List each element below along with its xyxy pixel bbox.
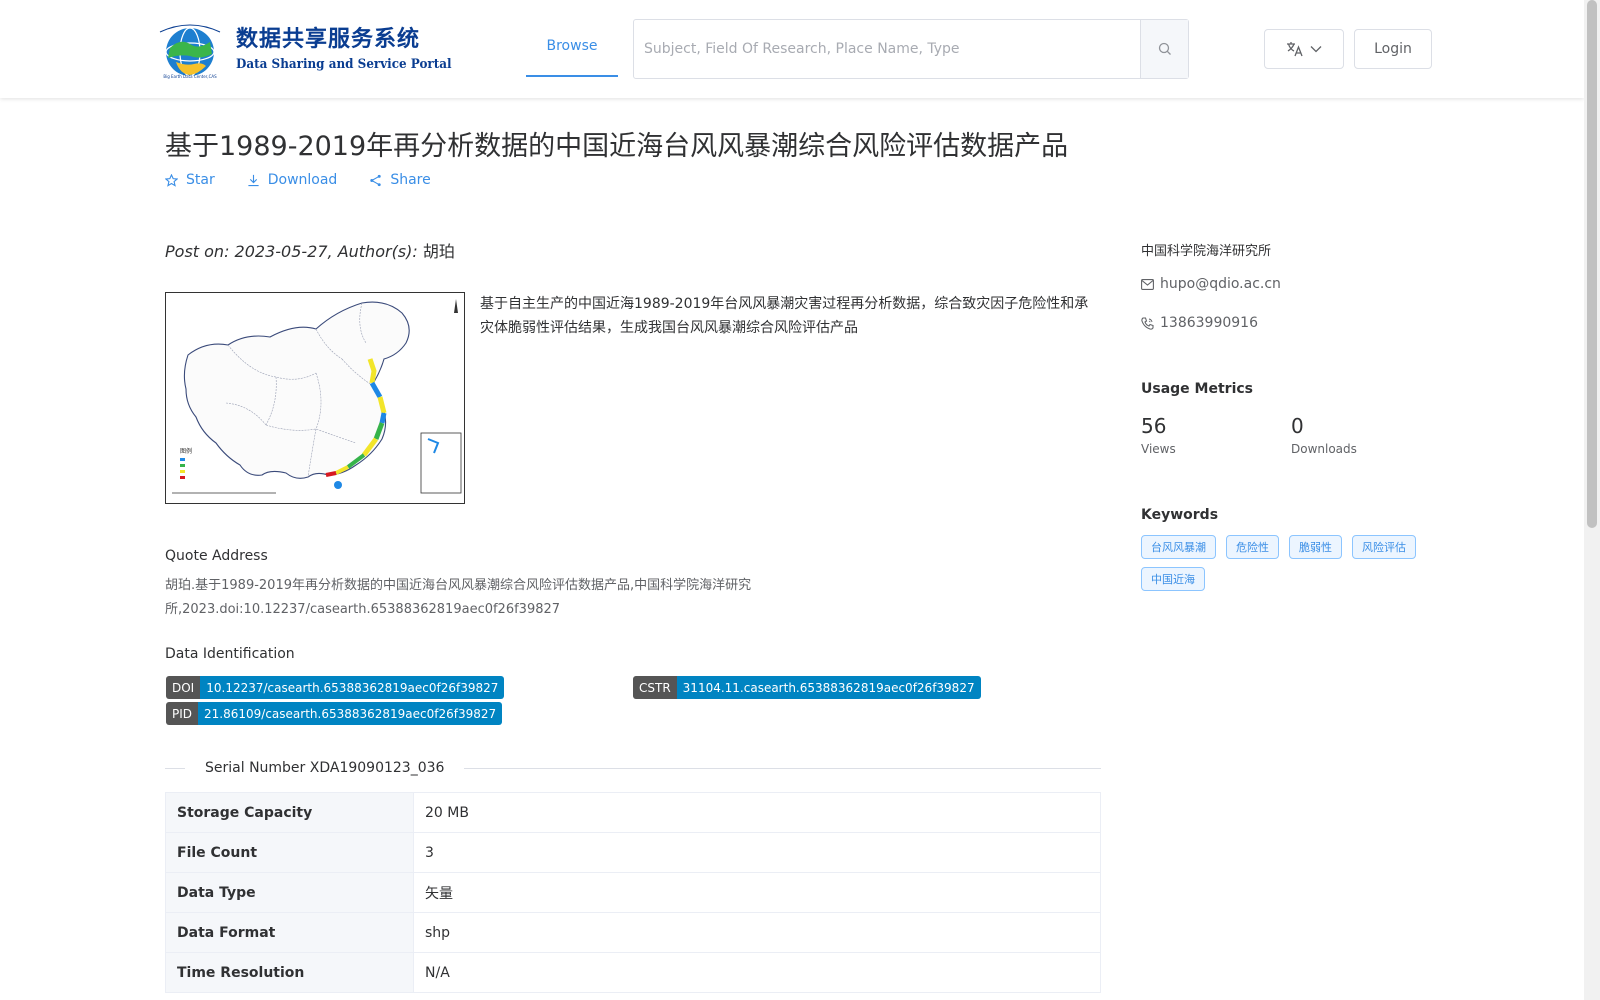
- doi-badge-value: 10.12237/casearth.65388362819aec0f26f398…: [200, 676, 505, 699]
- language-dropdown[interactable]: [1264, 29, 1344, 69]
- table-key: File Count: [165, 832, 414, 873]
- table-value: 3: [413, 832, 1101, 873]
- table-key: Time Resolution: [165, 952, 414, 993]
- star-label: Star: [186, 172, 215, 188]
- keyword-tag[interactable]: 风险评估: [1352, 535, 1416, 559]
- search-input[interactable]: [634, 20, 1140, 78]
- dataset-info-table: Storage Capacity 20 MB File Count 3 Data…: [165, 792, 1101, 993]
- table-value: shp: [413, 912, 1101, 953]
- phone-text: 13863990916: [1160, 315, 1258, 331]
- translate-icon: [1287, 42, 1303, 57]
- contact-phone[interactable]: 13863990916: [1141, 315, 1258, 331]
- keyword-tag[interactable]: 中国近海: [1141, 567, 1205, 591]
- cstr-badge-value: 31104.11.casearth.65388362819aec0f26f398…: [676, 676, 981, 699]
- share-button[interactable]: Share: [369, 172, 431, 188]
- dataset-description: 基于自主生产的中国近海1989-2019年台风风暴潮灾害过程再分析数据，综合致灾…: [480, 296, 1089, 336]
- nav-browse[interactable]: Browse: [526, 20, 618, 77]
- doi-badge[interactable]: DOI 10.12237/casearth.65388362819aec0f26…: [166, 676, 505, 699]
- cstr-badge[interactable]: CSTR 31104.11.casearth.65388362819aec0f2…: [633, 676, 981, 699]
- author-name[interactable]: 胡珀: [423, 242, 455, 261]
- post-date: Post on: 2023-05-27, Author(s):: [165, 242, 418, 261]
- login-button[interactable]: Login: [1354, 29, 1432, 69]
- page-scrollbar[interactable]: [1584, 0, 1600, 1000]
- search-icon: [1158, 42, 1171, 55]
- table-key: Data Type: [165, 872, 414, 913]
- download-button[interactable]: Download: [247, 172, 338, 188]
- svg-text:Big Earth Data Center,CAS: Big Earth Data Center,CAS: [163, 74, 217, 79]
- download-label: Download: [267, 172, 338, 188]
- logo-english-title: Data Sharing and Service Portal: [236, 57, 452, 72]
- keyword-tag[interactable]: 危险性: [1226, 535, 1279, 559]
- table-row: File Count 3: [165, 832, 1101, 873]
- download-icon: [248, 174, 259, 186]
- serial-number: Serial Number XDA19090123_036: [205, 760, 445, 776]
- downloads-count: 0: [1291, 414, 1304, 438]
- table-key: Storage Capacity: [165, 792, 414, 833]
- organization-name: 中国科学院海洋研究所: [1141, 244, 1272, 259]
- svg-text:图例: 图例: [180, 447, 192, 455]
- star-icon: [165, 173, 178, 187]
- views-label: Views: [1141, 442, 1176, 456]
- views-count: 56: [1141, 414, 1167, 438]
- post-info: Post on: 2023-05-27, Author(s): 胡珀: [165, 238, 455, 262]
- quote-address-label: Quote Address: [165, 548, 268, 564]
- downloads-metric: 0 Downloads: [1291, 414, 1357, 456]
- globe-logo-icon: Big Earth Data Center,CAS: [154, 20, 232, 80]
- table-value: 矢量: [413, 872, 1101, 913]
- phone-icon: [1141, 316, 1154, 330]
- doi-badge-key: DOI: [166, 676, 201, 699]
- dataset-thumbnail-map[interactable]: 图例: [165, 292, 465, 504]
- downloads-label: Downloads: [1291, 442, 1357, 456]
- email-icon: [1141, 278, 1154, 290]
- table-row: Storage Capacity 20 MB: [165, 792, 1101, 833]
- table-row: Data Type 矢量: [165, 872, 1101, 913]
- dataset-actions: Star Download Share: [165, 172, 431, 188]
- star-button[interactable]: Star: [165, 172, 215, 188]
- table-value: N/A: [413, 952, 1101, 993]
- page-title: 基于1989-2019年再分析数据的中国近海台风风暴潮综合风险评估数据产品: [165, 131, 1069, 162]
- keywords-title: Keywords: [1141, 507, 1219, 523]
- pid-badge-key: PID: [166, 702, 199, 725]
- keyword-tag[interactable]: 台风风暴潮: [1141, 535, 1216, 559]
- table-key: Data Format: [165, 912, 414, 953]
- share-label: Share: [390, 172, 431, 188]
- chevron-down-icon: [1310, 46, 1322, 53]
- cstr-badge-key: CSTR: [633, 676, 677, 699]
- quote-address-text: 胡珀.基于1989-2019年再分析数据的中国近海台风风暴潮综合风险评估数据产品…: [165, 578, 752, 617]
- serial-number-divider: Serial Number XDA19090123_036: [165, 758, 1101, 778]
- keyword-tag[interactable]: 脆弱性: [1289, 535, 1342, 559]
- keyword-list: 台风风暴潮 危险性 脆弱性 风险评估 中国近海: [1141, 535, 1441, 591]
- portal-logo[interactable]: Big Earth Data Center,CAS 数据共享服务系统 Data …: [154, 20, 452, 80]
- pid-badge[interactable]: PID 21.86109/casearth.65388362819aec0f26…: [166, 702, 503, 725]
- table-row: Time Resolution N/A: [165, 952, 1101, 993]
- logo-chinese-title: 数据共享服务系统: [236, 26, 421, 52]
- contact-email[interactable]: hupo@qdio.ac.cn: [1141, 276, 1281, 292]
- views-metric: 56 Views: [1141, 414, 1176, 456]
- share-icon: [370, 174, 382, 186]
- top-header: Big Earth Data Center,CAS 数据共享服务系统 Data …: [0, 0, 1584, 98]
- scrollbar-thumb[interactable]: [1587, 0, 1597, 528]
- search-box: [633, 19, 1189, 79]
- email-text: hupo@qdio.ac.cn: [1160, 276, 1281, 292]
- data-identification-label: Data Identification: [165, 646, 295, 662]
- usage-metrics-title: Usage Metrics: [1141, 381, 1253, 397]
- table-value: 20 MB: [413, 792, 1101, 833]
- search-button[interactable]: [1140, 20, 1188, 78]
- pid-badge-value: 21.86109/casearth.65388362819aec0f26f398…: [198, 702, 503, 725]
- table-row: Data Format shp: [165, 912, 1101, 953]
